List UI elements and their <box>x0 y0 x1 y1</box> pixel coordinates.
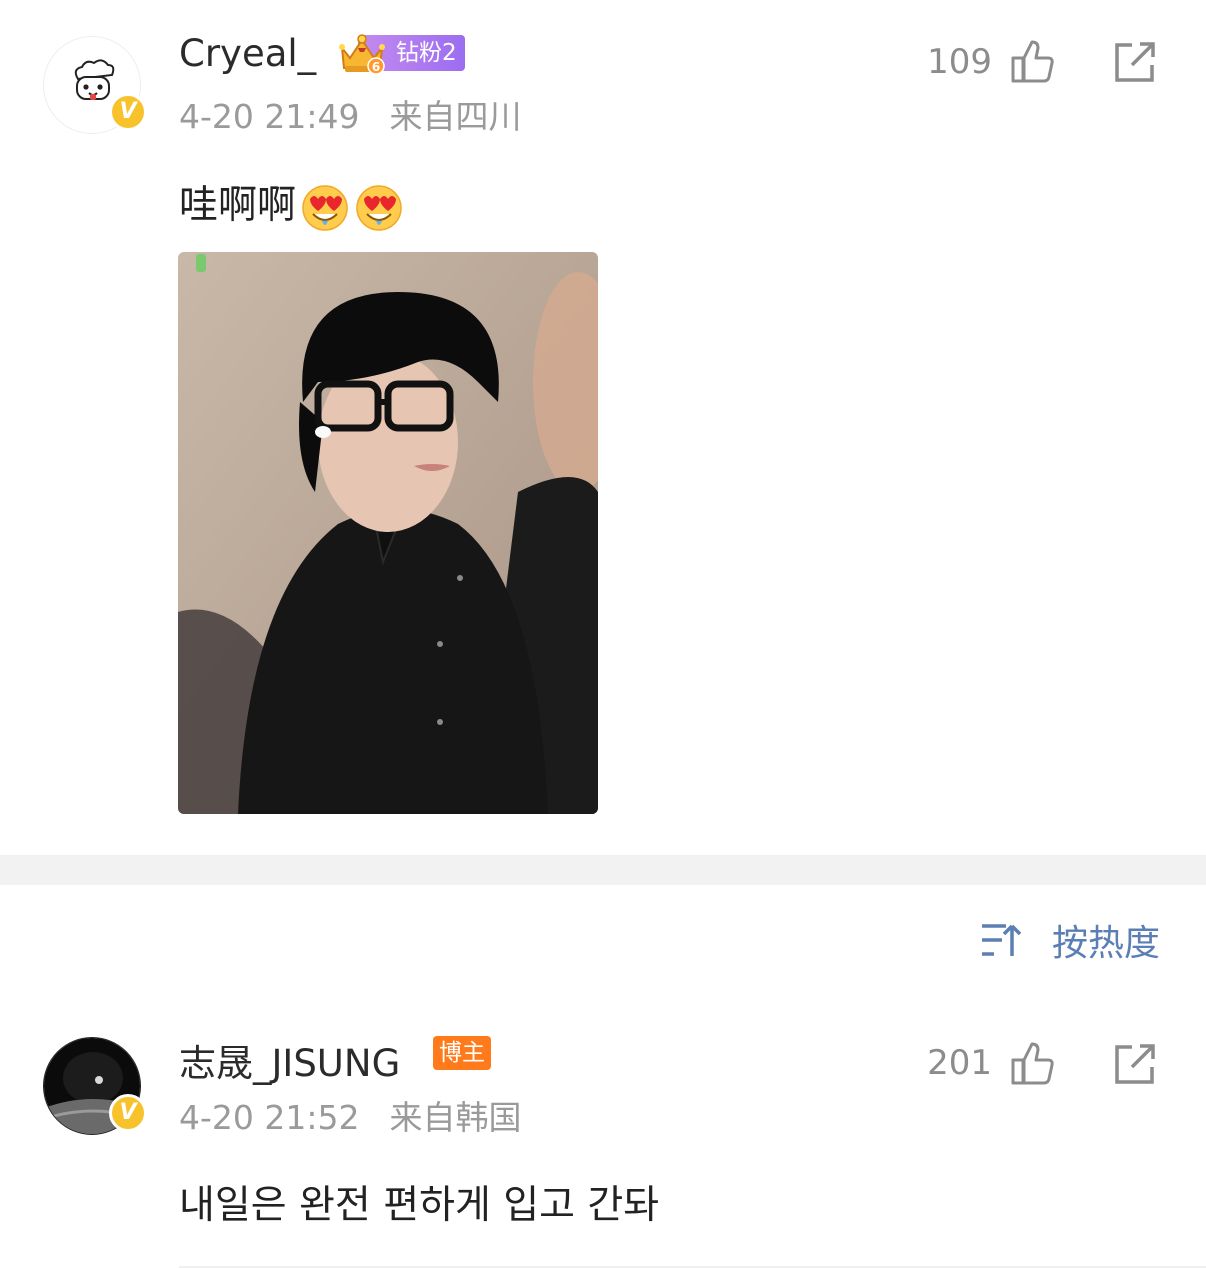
post-card: V Cryeal_ 6 钻粉2 4-20 21:49 来自四川 109 哇啊啊 <box>0 0 1206 855</box>
post-text-content: 哇啊啊 <box>179 183 297 228</box>
sort-icon <box>981 924 1022 956</box>
verified-icon: V <box>109 93 147 131</box>
fan-badge[interactable]: 6 钻粉2 <box>336 30 465 76</box>
post-photo[interactable] <box>178 252 598 814</box>
sort-label: 按热度 <box>1051 923 1160 964</box>
comment-avatar[interactable]: V <box>43 1037 147 1135</box>
comment-text: 내일은 완전 편하게 입고 간돠 <box>179 1183 660 1228</box>
post-like-count: 109 <box>927 42 992 82</box>
sort-by-hot-button[interactable]: 按热度 <box>980 914 1160 966</box>
thumbs-up-icon[interactable] <box>1010 1040 1056 1086</box>
fan-crown-icon: 6 <box>339 34 385 75</box>
post-timestamp: 4-20 21:49 <box>179 97 360 136</box>
section-divider <box>0 855 1206 885</box>
comment-like-count: 201 <box>927 1043 992 1083</box>
blogger-badge: 博主 <box>433 1036 491 1070</box>
comment-meta: 4-20 21:52 来自韩国 <box>179 1091 552 1139</box>
verified-icon: V <box>109 1094 147 1132</box>
share-icon[interactable] <box>1112 1042 1158 1086</box>
thumbs-up-icon[interactable] <box>1010 38 1056 84</box>
comment-username[interactable]: 志晟_JISUNG <box>179 1033 400 1087</box>
comment-location: 来自韩国 <box>389 1098 522 1137</box>
comment-timestamp: 4-20 21:52 <box>179 1098 360 1137</box>
post-avatar[interactable]: V <box>43 36 147 134</box>
fan-badge-level: 6 <box>372 60 380 74</box>
photo-illustration <box>178 252 598 814</box>
post-text: 哇啊啊 <box>179 174 404 233</box>
post-username[interactable]: Cryeal_ <box>179 32 316 75</box>
heart-eyes-emoji <box>356 184 402 231</box>
share-icon[interactable] <box>1112 40 1158 84</box>
post-meta: 4-20 21:49 来自四川 <box>179 90 552 138</box>
heart-eyes-emoji <box>302 184 348 231</box>
post-location: 来自四川 <box>389 97 522 136</box>
